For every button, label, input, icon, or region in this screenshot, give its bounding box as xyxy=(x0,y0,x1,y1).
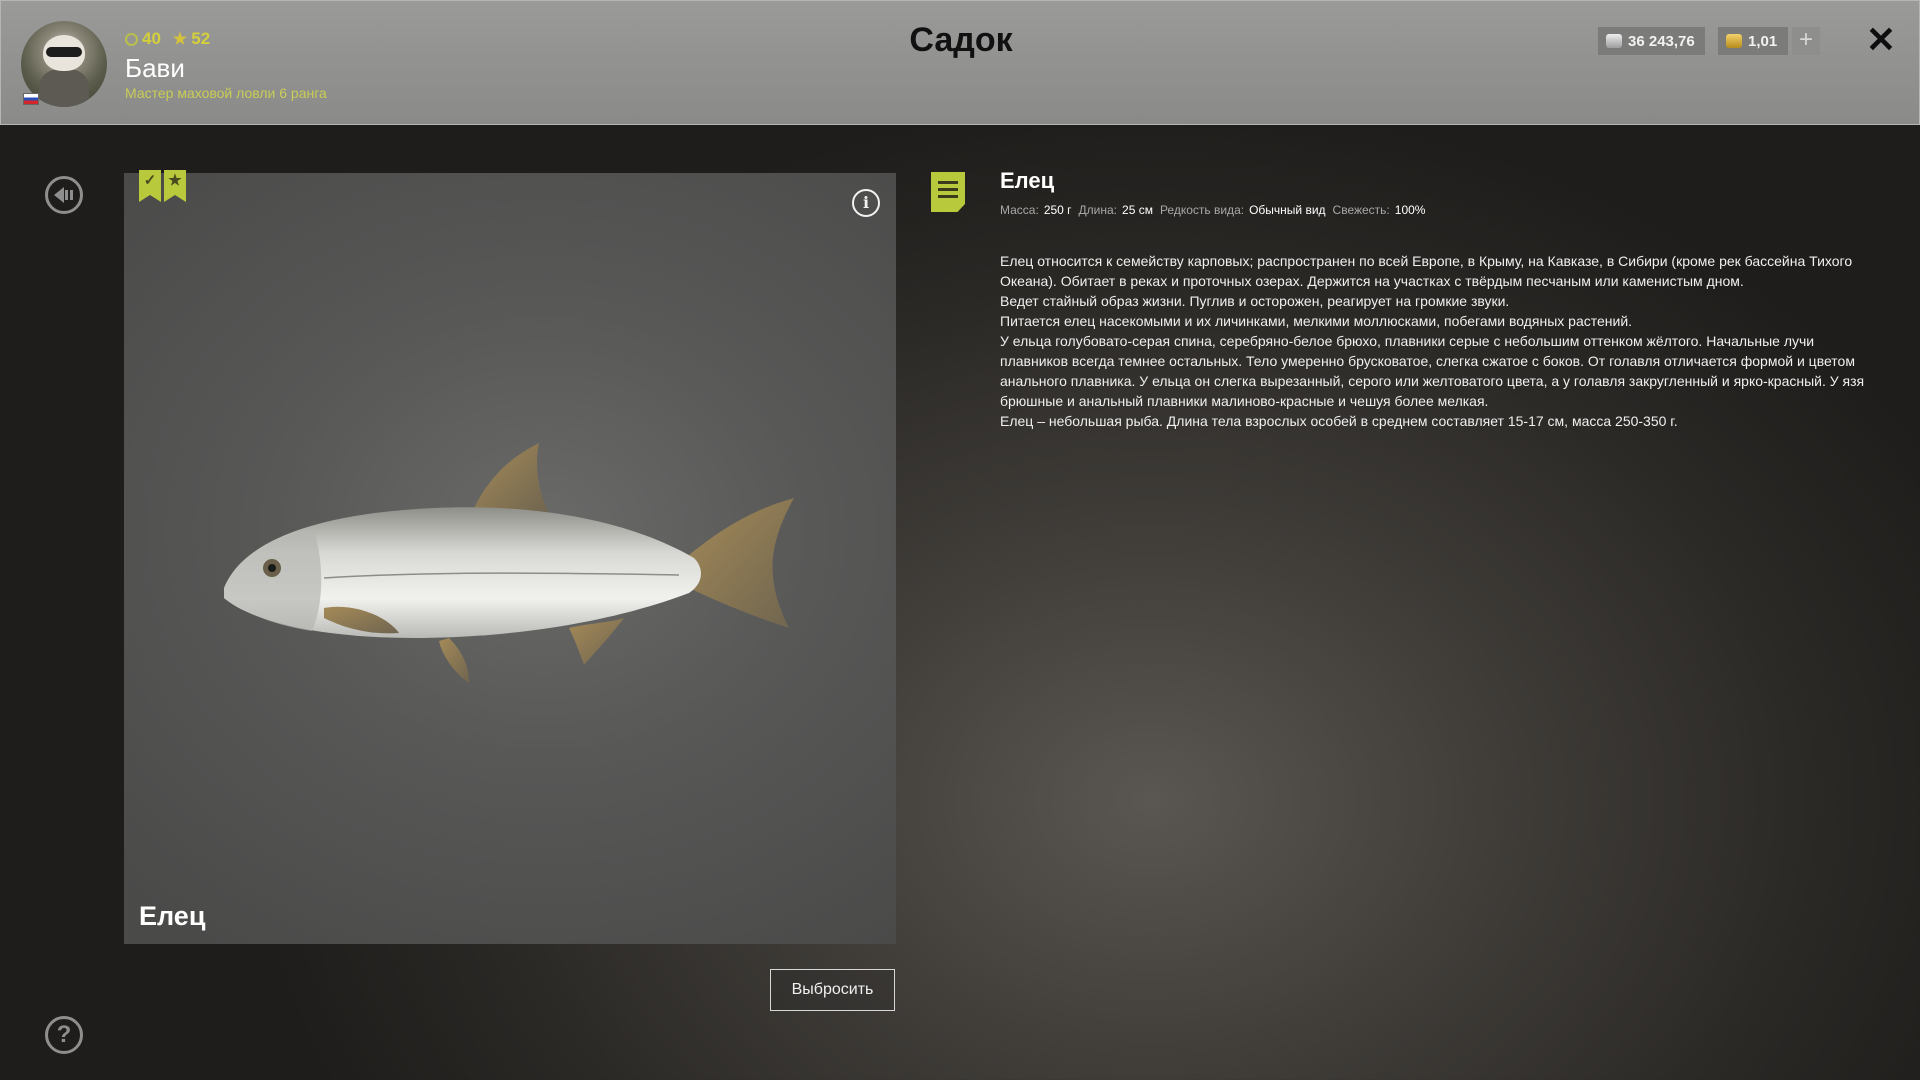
document-icon xyxy=(931,172,965,212)
fish-caption: Елец xyxy=(139,901,206,931)
fish-title: Елец xyxy=(1000,168,1055,193)
description-paragraph: Ведет стайный образ жизни. Пуглив и осто… xyxy=(1000,293,1510,309)
description-paragraph: У ельца голубовато-серая спина, серебрян… xyxy=(1000,333,1865,409)
gold-amount: 1,01 xyxy=(1748,32,1778,50)
fish-meta: Масса: 250 г Длина: 25 см Редкость вида:… xyxy=(1000,203,1427,217)
freshness-label: Свежесть: xyxy=(1332,203,1390,217)
rarity-value: Обычный вид xyxy=(1249,203,1326,217)
fish-image-panel: ✓ ★ i Елец xyxy=(124,170,896,944)
fish-image xyxy=(224,443,794,683)
mass-value: 250 г xyxy=(1043,203,1072,217)
silver-coins-icon xyxy=(1606,34,1622,48)
gold-coins-icon xyxy=(1726,34,1742,48)
freshness-value: 100% xyxy=(1394,203,1426,217)
rarity-label: Редкость вида: xyxy=(1159,203,1245,217)
back-button[interactable] xyxy=(45,176,83,214)
description-paragraph: Елец – небольшая рыба. Длина тела взросл… xyxy=(1000,413,1678,429)
length-label: Длина: xyxy=(1078,203,1118,217)
russia-flag-icon xyxy=(23,93,39,105)
gold-balance: 1,01 xyxy=(1718,27,1788,55)
description-paragraph: Питается елец насекомыми и их личинками,… xyxy=(1000,313,1633,329)
star-bookmark-icon[interactable]: ★ xyxy=(164,170,186,202)
help-button[interactable]: ? xyxy=(45,1016,83,1054)
player-rank: Мастер маховой ловли 6 ранга xyxy=(125,85,327,101)
back-arrow-icon xyxy=(54,187,73,203)
length-value: 25 см xyxy=(1122,203,1153,217)
close-button[interactable]: ✕ xyxy=(1863,22,1899,59)
description-paragraph: Елец относится к семейству карповых; рас… xyxy=(1000,253,1853,289)
add-gold-button[interactable]: + xyxy=(1792,27,1820,55)
silver-amount: 36 243,76 xyxy=(1628,32,1695,50)
mass-label: Масса: xyxy=(1000,203,1039,217)
top-bar: 40 ★ 52 Бави Мастер маховой ловли 6 ранг… xyxy=(0,0,1920,125)
silver-balance: 36 243,76 xyxy=(1598,27,1705,55)
fish-description: Елец относится к семейству карповых; рас… xyxy=(1000,251,1880,431)
checkmark-bookmark-icon[interactable]: ✓ xyxy=(139,170,161,202)
info-button[interactable]: i xyxy=(852,189,880,217)
discard-button[interactable]: Выбросить xyxy=(770,969,895,1011)
